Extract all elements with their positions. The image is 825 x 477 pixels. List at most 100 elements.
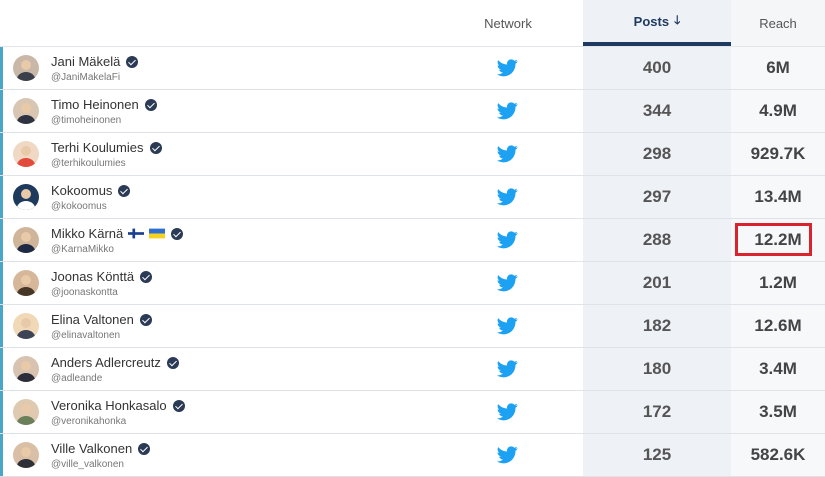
avatar[interactable] (13, 98, 39, 124)
row-accent-bar (0, 262, 3, 304)
twitter-icon[interactable] (497, 403, 518, 421)
table-row[interactable]: Jani Mäkelä @JaniMakelaFi 400 6M (0, 47, 825, 90)
reach-highlight-box (735, 223, 812, 256)
verified-check-icon (138, 442, 151, 455)
verified-check-icon (166, 356, 179, 369)
profile-name[interactable]: Anders Adlercreutz (51, 355, 179, 370)
avatar[interactable] (13, 442, 39, 468)
avatar[interactable] (13, 356, 39, 382)
profile-handle: @elinavaltonen (51, 330, 121, 341)
column-header-network[interactable]: Network (433, 0, 583, 46)
influencer-table: Network Posts 🡓 Reach Jani Mäkelä @JaniMak… (0, 0, 825, 477)
profile-name-text: Timo Heinonen (51, 97, 139, 112)
reach-value: 929.7K (731, 133, 825, 175)
profile-name-text: Veronika Honkasalo (51, 398, 167, 413)
table-row[interactable]: Anders Adlercreutz @adleande 180 3.4M (0, 348, 825, 391)
reach-header-label: Reach (759, 15, 797, 31)
profile-name[interactable]: Jani Mäkelä (51, 54, 139, 69)
verified-check-icon (172, 399, 185, 412)
posts-count: 125 (583, 434, 731, 476)
twitter-icon[interactable] (497, 59, 518, 77)
verified-check-icon (126, 55, 139, 68)
profile-name[interactable]: Ville Valkonen (51, 441, 151, 456)
reach-value: 582.6K (731, 434, 825, 476)
profile-handle: @KarnaMikko (51, 244, 114, 255)
avatar[interactable] (13, 184, 39, 210)
profile-name[interactable]: Kokoomus (51, 183, 131, 198)
table-row[interactable]: Joonas Könttä @joonaskontta 201 1.2M (0, 262, 825, 305)
profile-name[interactable]: Veronika Honkasalo (51, 398, 185, 413)
twitter-icon[interactable] (497, 274, 518, 292)
verified-check-icon (144, 98, 157, 111)
posts-count: 201 (583, 262, 731, 304)
ukraine-flag-icon (149, 228, 166, 239)
twitter-icon[interactable] (497, 102, 518, 120)
twitter-icon[interactable] (497, 446, 518, 464)
table-row[interactable]: Kokoomus @kokoomus 297 13.4M (0, 176, 825, 219)
twitter-icon[interactable] (497, 188, 518, 206)
twitter-icon[interactable] (497, 360, 518, 378)
table-row[interactable]: Veronika Honkasalo @veronikahonka 172 3.5M (0, 391, 825, 434)
table-row[interactable]: Elina Valtonen @elinavaltonen 182 12.6M (0, 305, 825, 348)
profile-handle: @veronikahonka (51, 416, 127, 427)
posts-count: 172 (583, 391, 731, 433)
avatar[interactable] (13, 227, 39, 253)
row-accent-bar (0, 305, 3, 347)
profile-handle: @JaniMakelaFi (51, 72, 121, 83)
reach-value: 3.5M (731, 391, 825, 433)
avatar[interactable] (13, 55, 39, 81)
posts-header-label: Posts (633, 13, 670, 29)
reach-value: 3.4M (731, 348, 825, 390)
table-body: Jani Mäkelä @JaniMakelaFi 400 6M Timo Heinon… (0, 47, 825, 477)
arrow-down-icon: 🡓 (674, 12, 681, 27)
row-accent-bar (0, 391, 3, 433)
row-accent-bar (0, 219, 3, 261)
profile-handle: @joonaskontta (51, 287, 118, 298)
row-accent-bar (0, 133, 3, 175)
row-accent-bar (0, 176, 3, 218)
row-accent-bar (0, 90, 3, 132)
twitter-icon[interactable] (497, 317, 518, 335)
profile-name[interactable]: Terhi Koulumies (51, 140, 162, 155)
table-header: Network Posts 🡓 Reach (0, 0, 825, 47)
column-header-reach[interactable]: Reach (731, 0, 825, 46)
reach-value: 13.4M (731, 176, 825, 218)
avatar[interactable] (13, 141, 39, 167)
avatar[interactable] (13, 313, 39, 339)
search-box-area[interactable] (166, 15, 262, 37)
posts-count: 297 (583, 176, 731, 218)
profile-name-text: Mikko Kärnä (51, 226, 124, 241)
verified-check-icon (139, 313, 152, 326)
reach-value: 4.9M (731, 90, 825, 132)
profile-name[interactable]: Mikko Kärnä (51, 226, 184, 241)
finland-flag-icon (128, 228, 145, 239)
profile-name-text: Kokoomus (51, 183, 113, 198)
avatar[interactable] (13, 399, 39, 425)
profile-name[interactable]: Timo Heinonen (51, 97, 157, 112)
row-accent-bar (0, 348, 3, 390)
table-row[interactable]: Terhi Koulumies @terhikoulumies 298 929.7K (0, 133, 825, 176)
table-row[interactable]: Mikko Kärnä @KarnaMikko 288 12.2M (0, 219, 825, 262)
reach-value: 12.6M (731, 305, 825, 347)
profile-name-text: Terhi Koulumies (51, 140, 144, 155)
table-row[interactable]: Timo Heinonen @timoheinonen 344 4.9M (0, 90, 825, 133)
posts-count: 288 (583, 219, 731, 261)
column-header-posts[interactable]: Posts 🡓 (583, 0, 731, 46)
network-header-label: Network (484, 15, 532, 31)
row-accent-bar (0, 47, 3, 89)
reach-value: 1.2M (731, 262, 825, 304)
twitter-icon[interactable] (497, 231, 518, 249)
profile-name-text: Jani Mäkelä (51, 54, 121, 69)
profile-name[interactable]: Joonas Könttä (51, 269, 153, 284)
avatar[interactable] (13, 270, 39, 296)
posts-count: 180 (583, 348, 731, 390)
profile-name-text: Ville Valkonen (51, 441, 133, 456)
verified-check-icon (149, 141, 162, 154)
profile-name[interactable]: Elina Valtonen (51, 312, 152, 327)
profile-handle: @adleande (51, 373, 103, 384)
verified-check-icon (171, 227, 184, 240)
twitter-icon[interactable] (497, 145, 518, 163)
table-row[interactable]: Ville Valkonen @ville_valkonen 125 582.6K (0, 434, 825, 477)
posts-count: 400 (583, 47, 731, 89)
posts-count: 298 (583, 133, 731, 175)
